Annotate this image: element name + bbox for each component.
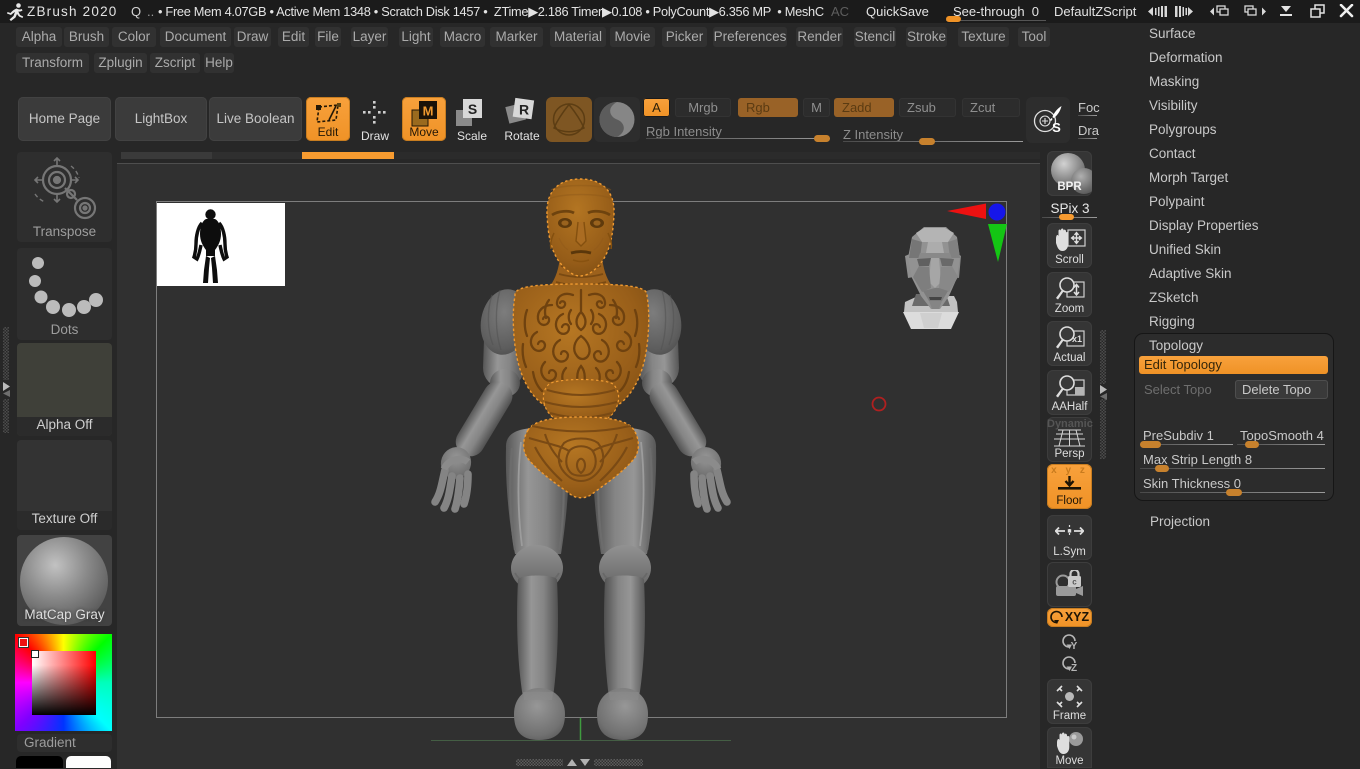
svg-text:Y: Y (1071, 641, 1078, 651)
svg-text:Z: Z (1071, 663, 1077, 673)
svg-text:S: S (1052, 120, 1061, 135)
svg-text:S: S (468, 101, 477, 117)
svg-text:x1: x1 (1072, 334, 1082, 344)
svg-text:R: R (519, 102, 529, 118)
svg-text:c: c (1072, 578, 1077, 587)
svg-text:M: M (423, 104, 434, 119)
